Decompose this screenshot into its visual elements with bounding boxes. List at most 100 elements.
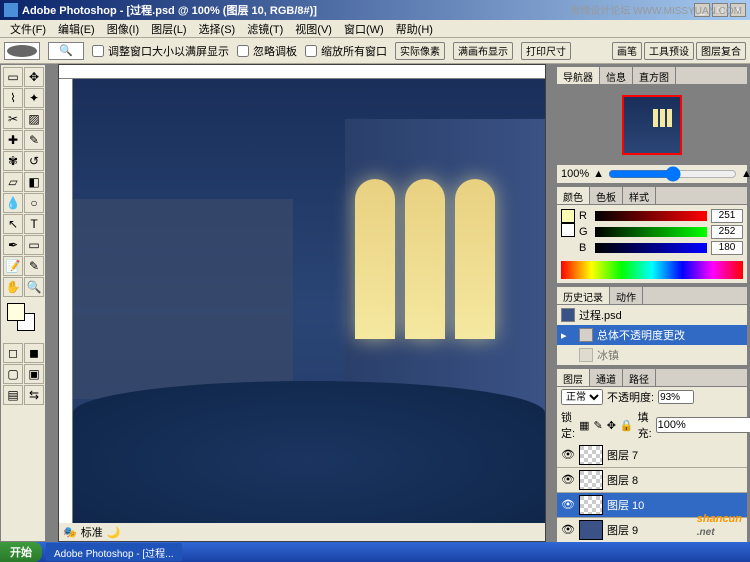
opacity-input[interactable] [658, 390, 694, 404]
g-value[interactable]: 252 [711, 225, 743, 239]
hand-tool[interactable]: ✋ [3, 277, 23, 297]
type-tool[interactable]: T [24, 214, 44, 234]
zoom-all-option[interactable]: 缩放所有窗口 [305, 43, 387, 59]
shape-tool[interactable]: ▭ [24, 235, 44, 255]
menu-select[interactable]: 选择(S) [193, 19, 242, 39]
menu-image[interactable]: 图像(I) [101, 19, 145, 39]
visibility-icon[interactable]: 👁 [561, 498, 575, 512]
crop-tool[interactable]: ✂ [3, 109, 23, 129]
tab-info[interactable]: 信息 [600, 67, 633, 84]
layer-thumbnail[interactable] [579, 470, 603, 490]
visibility-icon[interactable]: 👁 [561, 473, 575, 487]
history-brush-tool[interactable]: ↺ [24, 151, 44, 171]
screen-mode-1[interactable]: ▢ [3, 364, 23, 384]
stamp-tool[interactable]: ✾ [3, 151, 23, 171]
b-slider[interactable] [595, 243, 707, 253]
menu-window[interactable]: 窗口(W) [338, 19, 390, 39]
tab-actions[interactable]: 动作 [610, 287, 643, 304]
actual-pixels-button[interactable]: 实际像素 [395, 42, 445, 60]
eyedropper-tool[interactable]: ✎ [24, 256, 44, 276]
blend-mode-select[interactable]: 正常 [561, 389, 603, 405]
color-ramp[interactable] [561, 261, 743, 279]
foreground-color[interactable] [7, 303, 25, 321]
layer-item[interactable]: 👁 图层 7 [557, 443, 747, 468]
menu-file[interactable]: 文件(F) [4, 19, 52, 39]
menu-edit[interactable]: 编辑(E) [52, 19, 101, 39]
layer-thumbnail[interactable] [579, 520, 603, 540]
tool-presets-tab[interactable]: 工具预设 [644, 42, 694, 60]
history-item[interactable]: ▸ 总体不透明度更改 [557, 325, 747, 345]
color-preview[interactable] [561, 209, 575, 257]
tab-navigator[interactable]: 导航器 [557, 67, 600, 84]
menu-help[interactable]: 帮助(H) [390, 19, 439, 39]
move-tool[interactable]: ✥ [24, 67, 44, 87]
menu-filter[interactable]: 滤镜(T) [241, 19, 289, 39]
zoom-tool[interactable]: 🔍 [24, 277, 44, 297]
r-slider[interactable] [595, 211, 707, 221]
zoom-slider[interactable] [608, 169, 737, 179]
zoom-all-checkbox[interactable] [305, 45, 317, 57]
fit-screen-option[interactable]: 调整窗口大小以满屏显示 [92, 43, 229, 59]
tab-color[interactable]: 颜色 [557, 187, 590, 204]
eraser-tool[interactable]: ▱ [3, 172, 23, 192]
print-size-button[interactable]: 打印尺寸 [521, 42, 571, 60]
lock-position-icon[interactable]: ✥ [607, 419, 616, 432]
ignore-palettes-option[interactable]: 忽略调板 [237, 43, 297, 59]
slice-tool[interactable]: ▨ [24, 109, 44, 129]
quickmask-mode[interactable]: ◼ [24, 343, 44, 363]
layer-thumbnail[interactable] [579, 495, 603, 515]
tab-layers[interactable]: 图层 [557, 369, 590, 386]
zoom-swatch[interactable]: 🔍 [48, 42, 84, 60]
imageready-button[interactable]: ⇆ [24, 385, 44, 405]
heal-tool[interactable]: ✚ [3, 130, 23, 150]
fill-input[interactable] [656, 417, 750, 433]
marquee-tool[interactable]: ▭ [3, 67, 23, 87]
fit-canvas-button[interactable]: 满画布显示 [453, 42, 513, 60]
canvas[interactable] [73, 79, 545, 541]
blur-tool[interactable]: 💧 [3, 193, 23, 213]
screen-mode-3[interactable]: ▤ [3, 385, 23, 405]
lasso-tool[interactable]: ⌇ [3, 88, 23, 108]
brush-tool[interactable]: ✎ [24, 130, 44, 150]
layer-comps-tab[interactable]: 图层复合 [696, 42, 746, 60]
tab-paths[interactable]: 路径 [623, 369, 656, 386]
tab-channels[interactable]: 通道 [590, 369, 623, 386]
lock-transparency-icon[interactable]: ▦ [579, 419, 589, 432]
r-value[interactable]: 251 [711, 209, 743, 223]
path-tool[interactable]: ↖ [3, 214, 23, 234]
zoom-out-icon[interactable]: ▲ [593, 168, 604, 180]
standard-mode[interactable]: ◻ [3, 343, 23, 363]
wand-tool[interactable]: ✦ [24, 88, 44, 108]
visibility-icon[interactable]: 👁 [561, 523, 575, 537]
tab-styles[interactable]: 样式 [623, 187, 656, 204]
navigator-thumbnail[interactable] [622, 95, 682, 155]
menu-layer[interactable]: 图层(L) [145, 19, 192, 39]
ruler-vertical[interactable] [59, 79, 73, 541]
fit-screen-checkbox[interactable] [92, 45, 104, 57]
layer-thumbnail[interactable] [579, 445, 603, 465]
menu-view[interactable]: 视图(V) [289, 19, 338, 39]
ruler-horizontal[interactable] [59, 65, 545, 79]
history-item[interactable]: 冰镇 [557, 345, 747, 365]
ignore-palettes-checkbox[interactable] [237, 45, 249, 57]
dodge-tool[interactable]: ○ [24, 193, 44, 213]
brushes-tab[interactable]: 画笔 [612, 42, 642, 60]
start-button[interactable]: 开始 [0, 542, 42, 562]
lock-pixels-icon[interactable]: ✎ [593, 419, 602, 432]
tab-history[interactable]: 历史记录 [557, 287, 610, 304]
g-slider[interactable] [595, 227, 707, 237]
history-snapshot[interactable]: 过程.psd [557, 305, 747, 325]
tab-swatches[interactable]: 色板 [590, 187, 623, 204]
zoom-in-icon[interactable]: ▲ [741, 168, 750, 180]
tab-histogram[interactable]: 直方图 [633, 67, 676, 84]
b-value[interactable]: 180 [711, 241, 743, 255]
taskbar-item[interactable]: Adobe Photoshop - [过程... [46, 543, 182, 561]
notes-tool[interactable]: 📝 [3, 256, 23, 276]
screen-mode-2[interactable]: ▣ [24, 364, 44, 384]
navigator-preview[interactable] [557, 85, 747, 165]
gradient-tool[interactable]: ◧ [24, 172, 44, 192]
tool-preset-swatch[interactable] [4, 42, 40, 60]
layer-item[interactable]: 👁 图层 8 [557, 468, 747, 493]
pen-tool[interactable]: ✒ [3, 235, 23, 255]
visibility-icon[interactable]: 👁 [561, 448, 575, 462]
